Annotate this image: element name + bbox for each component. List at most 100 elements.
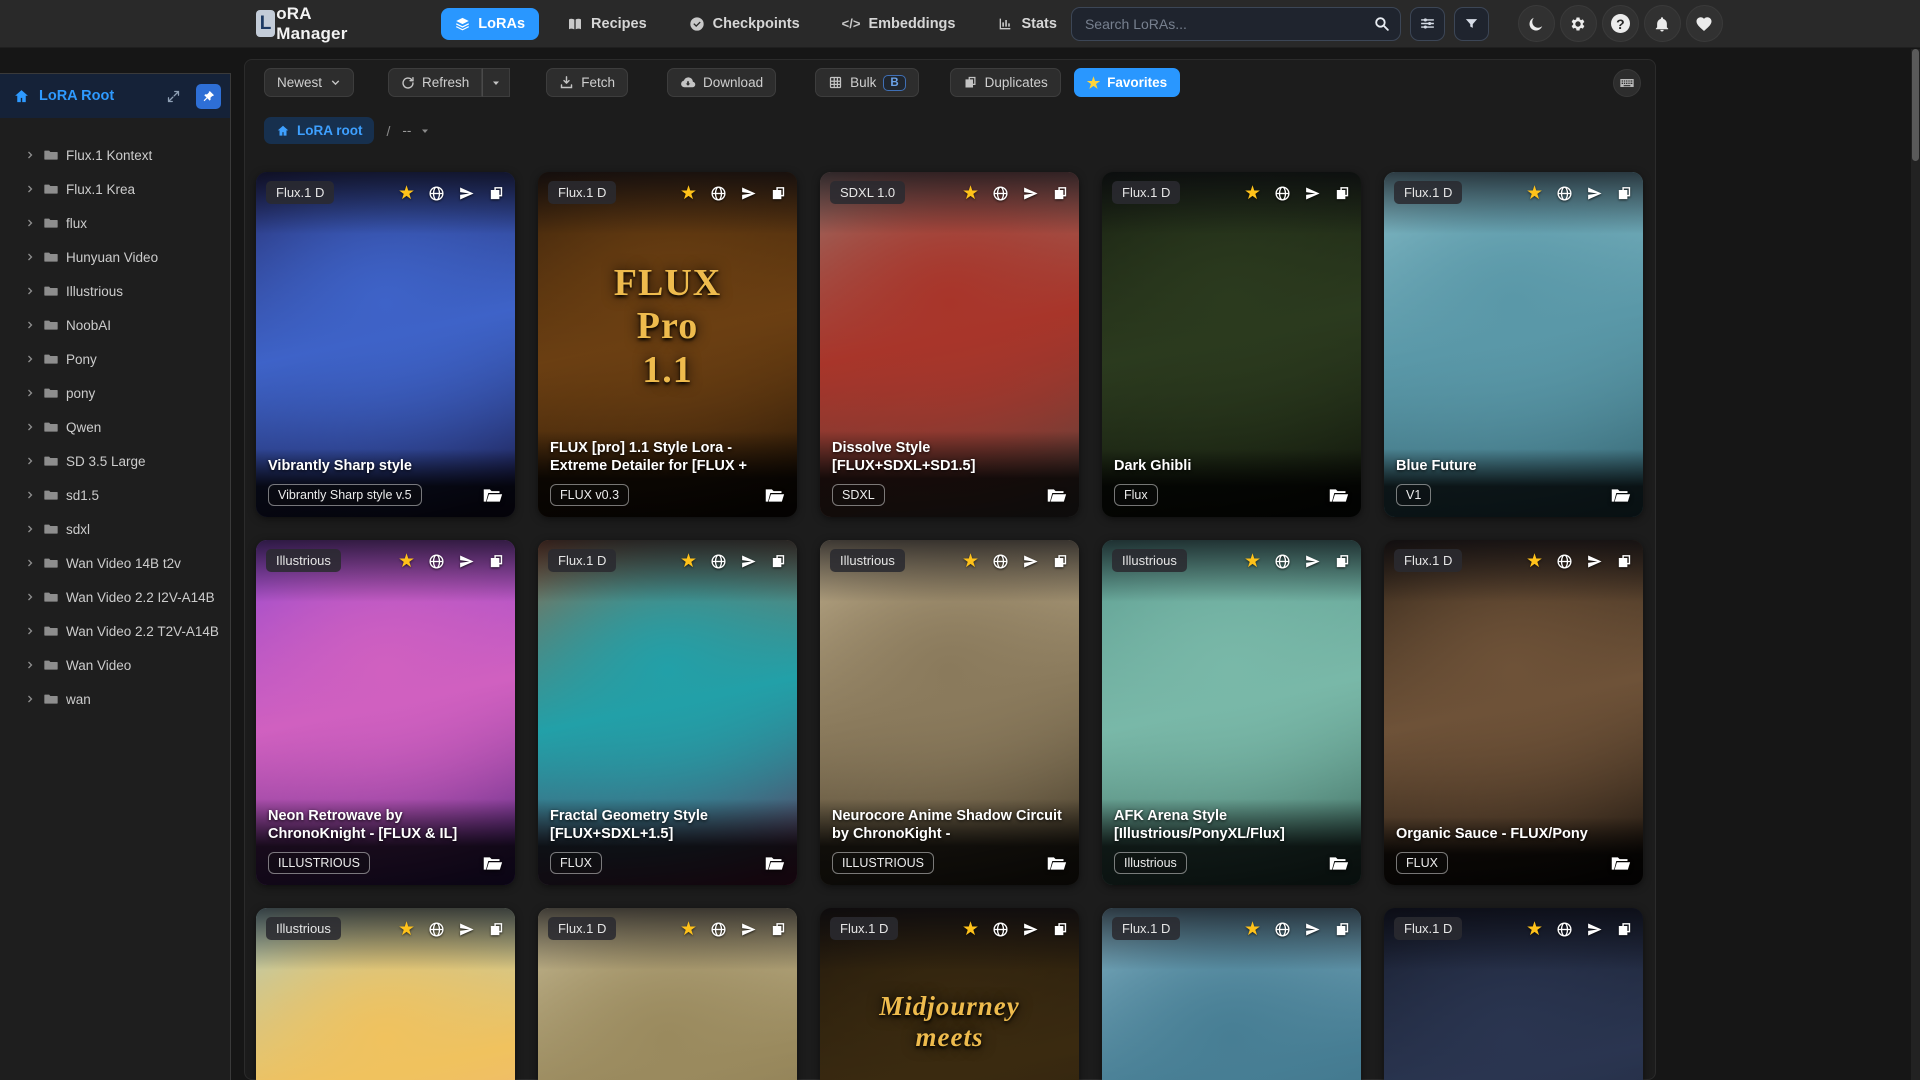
send-icon[interactable]	[1022, 185, 1039, 202]
open-folder-icon[interactable]	[1610, 485, 1631, 506]
copy-icon[interactable]	[488, 553, 505, 570]
lora-card[interactable]: Flux.1 D ★ Vibrantly Sharp style Vibrant…	[256, 172, 515, 517]
lora-card[interactable]: Flux.1 D ★ Dark Ghibli Flux	[1102, 172, 1361, 517]
search-icon[interactable]	[1373, 15, 1390, 32]
open-folder-icon[interactable]	[1610, 853, 1631, 874]
copy-icon[interactable]	[1052, 185, 1069, 202]
copy-icon[interactable]	[1616, 185, 1633, 202]
settings-button[interactable]	[1559, 5, 1597, 42]
globe-icon[interactable]	[710, 185, 727, 202]
sidebar-folder-sd-3-5-large[interactable]: SD 3.5 Large	[0, 444, 230, 478]
sidebar-header[interactable]: LoRA Root	[0, 74, 230, 118]
refresh-options-button[interactable]	[482, 68, 511, 97]
sidebar-folder-sdxl[interactable]: sdxl	[0, 512, 230, 546]
copy-icon[interactable]	[770, 185, 787, 202]
favorite-star-icon[interactable]: ★	[1244, 184, 1261, 203]
globe-icon[interactable]	[1274, 185, 1291, 202]
sidebar-folder-pony[interactable]: pony	[0, 376, 230, 410]
copy-icon[interactable]	[1616, 553, 1633, 570]
send-icon[interactable]	[1304, 553, 1321, 570]
copy-icon[interactable]	[1616, 921, 1633, 938]
help-button[interactable]: ?	[1601, 5, 1639, 42]
favorite-star-icon[interactable]: ★	[1526, 552, 1543, 571]
copy-icon[interactable]	[1334, 553, 1351, 570]
sidebar-folder-wan-video-14b-t2v[interactable]: Wan Video 14B t2v	[0, 546, 230, 580]
favorite-star-icon[interactable]: ★	[1526, 920, 1543, 939]
lora-card[interactable]: Flux.1 D ★	[1384, 908, 1643, 1080]
copy-icon[interactable]	[1052, 921, 1069, 938]
duplicates-button[interactable]: Duplicates	[949, 68, 1061, 97]
lora-card[interactable]: Flux.1 D ★ Fractal Geometry Style [FLUX+…	[538, 540, 797, 885]
collapse-all-icon[interactable]	[166, 89, 181, 104]
send-icon[interactable]	[1304, 185, 1321, 202]
copy-icon[interactable]	[1334, 185, 1351, 202]
favorite-star-icon[interactable]: ★	[962, 184, 979, 203]
favorite-star-icon[interactable]: ★	[962, 552, 979, 571]
bulk-button[interactable]: Bulk B	[815, 68, 919, 97]
favorite-star-icon[interactable]: ★	[962, 920, 979, 939]
notifications-button[interactable]	[1643, 5, 1681, 42]
lora-card[interactable]: Flux.1 D ★	[1102, 908, 1361, 1080]
nav-item-checkpoints[interactable]: Checkpoints	[675, 8, 814, 40]
fetch-button[interactable]: Fetch	[546, 68, 629, 97]
copy-icon[interactable]	[770, 553, 787, 570]
pin-sidebar-button[interactable]	[196, 83, 221, 109]
sidebar-folder-wan-video-2-2-i2v-a14b[interactable]: Wan Video 2.2 I2V-A14B	[0, 580, 230, 614]
send-icon[interactable]	[740, 921, 757, 938]
sidebar-folder-illustrious[interactable]: Illustrious	[0, 274, 230, 308]
open-folder-icon[interactable]	[1328, 485, 1349, 506]
breadcrumb-current[interactable]: --	[402, 123, 431, 138]
sidebar-folder-wan[interactable]: wan	[0, 682, 230, 716]
globe-icon[interactable]	[428, 921, 445, 938]
favorite-star-icon[interactable]: ★	[1244, 552, 1261, 571]
globe-icon[interactable]	[1274, 553, 1291, 570]
nav-item-embeddings[interactable]: </> Embeddings	[828, 8, 970, 40]
sidebar-folder-qwen[interactable]: Qwen	[0, 410, 230, 444]
favorite-star-icon[interactable]: ★	[398, 552, 415, 571]
open-folder-icon[interactable]	[764, 485, 785, 506]
globe-icon[interactable]	[1274, 921, 1291, 938]
favorite-star-icon[interactable]: ★	[1526, 184, 1543, 203]
send-icon[interactable]	[458, 921, 475, 938]
lora-card[interactable]: Illustrious ★ Neon Retrowave by ChronoKn…	[256, 540, 515, 885]
send-icon[interactable]	[1586, 553, 1603, 570]
globe-icon[interactable]	[992, 921, 1009, 938]
lora-card[interactable]: SDXL 1.0 ★ Dissolve Style [FLUX+SDXL+SD1…	[820, 172, 1079, 517]
sidebar-folder-wan-video[interactable]: Wan Video	[0, 648, 230, 682]
sidebar-folder-sd1-5[interactable]: sd1.5	[0, 478, 230, 512]
sidebar-folder-flux-1-krea[interactable]: Flux.1 Krea	[0, 172, 230, 206]
sidebar-folder-hunyuan-video[interactable]: Hunyuan Video	[0, 240, 230, 274]
open-folder-icon[interactable]	[482, 485, 503, 506]
copy-icon[interactable]	[488, 921, 505, 938]
favorite-star-icon[interactable]: ★	[680, 184, 697, 203]
send-icon[interactable]	[1586, 921, 1603, 938]
lora-card[interactable]: Illustrious ★ AFK Arena Style [Illustrio…	[1102, 540, 1361, 885]
breadcrumb-root[interactable]: LoRA root	[264, 117, 375, 144]
send-icon[interactable]	[1586, 185, 1603, 202]
sidebar-folder-flux-1-kontext[interactable]: Flux.1 Kontext	[0, 138, 230, 172]
copy-icon[interactable]	[1052, 553, 1069, 570]
globe-icon[interactable]	[1556, 553, 1573, 570]
lora-card[interactable]: Illustrious ★	[256, 908, 515, 1080]
search-input[interactable]	[1070, 6, 1401, 41]
download-button[interactable]: Download	[667, 68, 777, 97]
globe-icon[interactable]	[992, 553, 1009, 570]
scrollbar-thumb[interactable]	[1912, 49, 1919, 161]
app-logo[interactable]: L oRA Manager	[256, 4, 355, 44]
copy-icon[interactable]	[770, 921, 787, 938]
nav-item-loras[interactable]: LoRAs	[441, 7, 540, 40]
page-scrollbar[interactable]	[1911, 49, 1920, 1080]
favorite-star-icon[interactable]: ★	[398, 920, 415, 939]
globe-icon[interactable]	[428, 553, 445, 570]
globe-icon[interactable]	[992, 185, 1009, 202]
lora-card[interactable]: Midjourney meets Flux.1 D ★	[820, 908, 1079, 1080]
lora-card[interactable]: Flux.1 D ★	[538, 908, 797, 1080]
lora-card[interactable]: FLUX Pro 1.1 Flux.1 D ★ FLUX [pro] 1.1 S…	[538, 172, 797, 517]
sidebar-folder-flux[interactable]: flux	[0, 206, 230, 240]
lora-card[interactable]: Illustrious ★ Neurocore Anime Shadow Cir…	[820, 540, 1079, 885]
favorite-star-icon[interactable]: ★	[1244, 920, 1261, 939]
favorite-star-icon[interactable]: ★	[680, 920, 697, 939]
globe-icon[interactable]	[710, 553, 727, 570]
globe-icon[interactable]	[710, 921, 727, 938]
search-options-button[interactable]	[1409, 6, 1445, 41]
